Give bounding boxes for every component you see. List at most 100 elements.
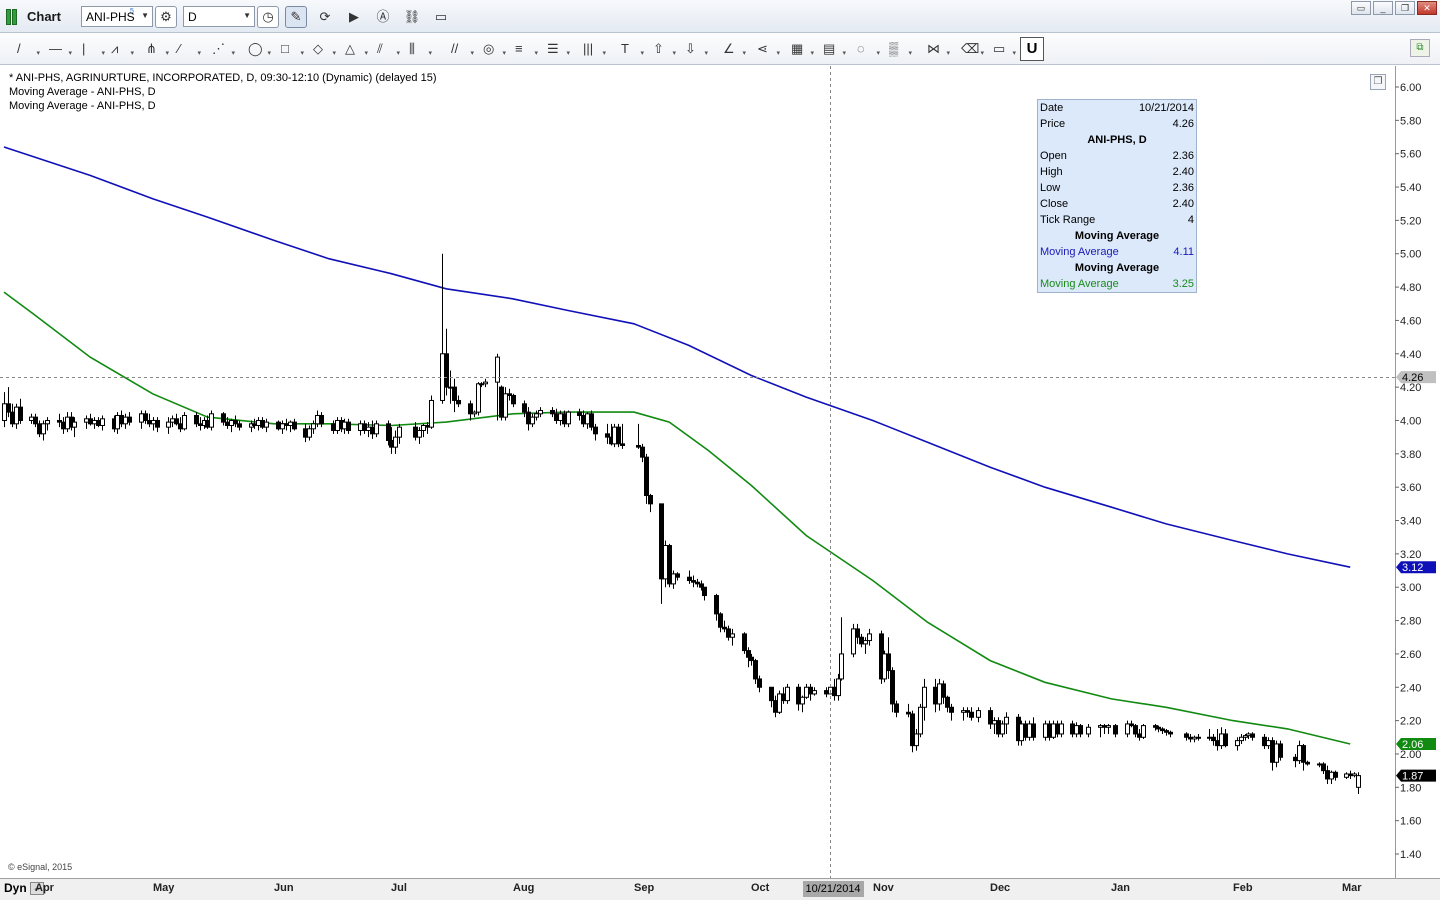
gann-tool-icon[interactable]: ⁄ ▾ <box>173 38 203 60</box>
interval-input[interactable]: D ▼ <box>183 6 255 27</box>
price-chart[interactable]: 6.005.805.605.405.205.004.804.604.404.20… <box>0 66 1440 878</box>
window-close-icon[interactable]: ✕ <box>1417 1 1437 15</box>
line-tool-icon[interactable]: / ▾ <box>12 38 42 60</box>
magnet-icon[interactable]: U <box>1020 37 1044 61</box>
link-icon[interactable]: ⛓ <box>401 6 423 28</box>
candle-body-up <box>558 413 563 421</box>
fib-extension-tool-icon[interactable]: ☰ ▾ <box>542 38 572 60</box>
tool-glyph: ⋰ <box>212 41 225 56</box>
symbol-settings-icon[interactable]: ⚙ <box>155 6 177 28</box>
pencil-icon[interactable]: ✎ <box>285 6 307 28</box>
eraser-tool-icon[interactable]: ⌫ ▾ <box>956 38 986 60</box>
multi-line-tool-icon[interactable]: ⩘ ▾ <box>106 38 136 60</box>
ellipse-tool-icon[interactable]: ◯ ▾ <box>243 38 273 60</box>
parallel-tool-icon[interactable]: ⫽ ▾ <box>372 38 402 60</box>
chevron-down-icon[interactable]: ▾ <box>130 50 134 58</box>
candle <box>914 728 919 751</box>
diamond-tool-icon[interactable]: ◇ ▾ <box>308 38 338 60</box>
chevron-down-icon[interactable]: ▾ <box>980 50 984 58</box>
chevron-down-icon[interactable]: ▾ <box>396 50 400 58</box>
candle <box>1352 772 1357 778</box>
fan-tool-icon[interactable]: ⋰ ▾ <box>207 38 237 60</box>
chevron-down-icon[interactable]: ▾ <box>908 50 912 58</box>
chevron-down-icon[interactable]: ▾ <box>704 50 708 58</box>
chevron-down-icon[interactable]: ▾ <box>197 50 201 58</box>
chevron-down-icon[interactable]: ▾ <box>876 50 880 58</box>
triangle-tool-icon[interactable]: △ ▾ <box>340 38 370 60</box>
pitchfork-tool-icon[interactable]: ⋔ ▾ <box>141 38 171 60</box>
chevron-down-icon[interactable]: ▼ <box>141 11 149 20</box>
x-axis-month-label: Feb <box>1233 882 1253 894</box>
horizontal-line-tool-icon[interactable]: — ▾ <box>44 38 74 60</box>
window-maximize-icon[interactable]: ❐ <box>1395 1 1415 15</box>
candle-body-up <box>1207 736 1212 739</box>
candle <box>37 420 42 438</box>
grid-tool-icon[interactable]: ▦ ▾ <box>786 38 816 60</box>
chevron-down-icon[interactable]: ▼ <box>243 11 251 20</box>
chart-style-icon[interactable]: ⟳ <box>314 6 336 28</box>
chevron-down-icon[interactable]: ▾ <box>566 50 570 58</box>
pattern-tool-icon[interactable]: ⋈ ▾ <box>922 38 952 60</box>
chevron-down-icon[interactable]: ▾ <box>267 50 271 58</box>
candle <box>1078 723 1083 738</box>
candle <box>812 687 817 696</box>
chevron-down-icon[interactable]: ▾ <box>165 50 169 58</box>
chevron-down-icon[interactable]: ▾ <box>946 50 950 58</box>
comment-icon[interactable]: ▭ <box>430 6 452 28</box>
circle-count-tool-icon[interactable]: ◌ ▾ <box>852 38 882 60</box>
rectangle-tool-icon[interactable]: □ ▾ <box>276 38 306 60</box>
candle <box>127 412 132 426</box>
fibonacci-tool-icon[interactable]: ≡ ▾ <box>510 38 540 60</box>
chevron-down-icon[interactable]: ▾ <box>742 50 746 58</box>
arrow-up-tool-icon[interactable]: ⇧ ▾ <box>648 38 678 60</box>
chevron-down-icon[interactable]: ▾ <box>68 50 72 58</box>
chevron-down-icon[interactable]: ▾ <box>1012 50 1016 58</box>
symbol-input[interactable]: ANI-PHS 5 ▼ <box>81 6 153 27</box>
chevron-down-icon[interactable]: ▾ <box>428 50 432 58</box>
chevron-down-icon[interactable]: ▾ <box>364 50 368 58</box>
chevron-down-icon[interactable]: ▾ <box>502 50 506 58</box>
candle <box>139 410 144 429</box>
chevron-down-icon[interactable]: ▾ <box>842 50 846 58</box>
comment-tool-icon[interactable]: ▭ ▾ <box>988 38 1018 60</box>
candle <box>194 412 199 428</box>
vertical-line-tool-icon[interactable]: | ▾ <box>77 38 107 60</box>
chevron-down-icon[interactable]: ▾ <box>602 50 606 58</box>
candle-body-up <box>1235 740 1240 747</box>
toolbar-menu-icon[interactable]: ⧉ <box>1410 39 1430 57</box>
candle-body-up <box>1086 726 1091 735</box>
chevron-down-icon[interactable]: ▾ <box>470 50 474 58</box>
channel-tool-icon[interactable]: // ▾ <box>446 38 476 60</box>
chevron-down-icon[interactable]: ▾ <box>101 50 105 58</box>
angle-tool-icon[interactable]: ∠ ▾ <box>718 38 748 60</box>
chevron-down-icon[interactable]: ▾ <box>300 50 304 58</box>
chevron-down-icon[interactable]: ▾ <box>672 50 676 58</box>
arrow-down-tool-icon[interactable]: ⇩ ▾ <box>680 38 710 60</box>
clock-icon[interactable]: ◷ <box>257 6 279 28</box>
chevron-down-icon[interactable]: ▾ <box>810 50 814 58</box>
pti-tool-icon[interactable]: ▒ ▾ <box>884 38 914 60</box>
cycle-tool-icon[interactable]: ⫼ ▾ <box>404 38 434 60</box>
candle <box>550 407 555 418</box>
mob-tool-icon[interactable]: ▤ ▾ <box>818 38 848 60</box>
candle-body-down <box>319 414 324 425</box>
chevron-down-icon[interactable]: ▾ <box>776 50 780 58</box>
panel-restore-icon[interactable]: ❐ <box>1370 74 1386 90</box>
chevron-down-icon[interactable]: ▾ <box>640 50 644 58</box>
window-minimize-icon[interactable]: _ <box>1373 1 1393 15</box>
chevron-down-icon[interactable]: ▾ <box>534 50 538 58</box>
alert-icon[interactable]: Ⓐ <box>372 6 394 28</box>
candle-body-down <box>413 426 418 438</box>
chevron-down-icon[interactable]: ▾ <box>36 50 40 58</box>
window-restore-icon[interactable]: ▭ <box>1351 1 1371 15</box>
text-tool-icon[interactable]: T ▾ <box>616 38 646 60</box>
play-icon[interactable]: ▶ <box>343 6 365 28</box>
candle-body-up <box>476 383 481 413</box>
chevron-down-icon[interactable]: ▾ <box>332 50 336 58</box>
chevron-down-icon[interactable]: ▾ <box>231 50 235 58</box>
chart-plot-area[interactable]: 6.00 5.80 5.60 5.40 5.20 5.00 4.80 4.60 4.40 4.20… <box>0 66 1440 878</box>
andrews-tool-icon[interactable]: ⋖ ▾ <box>752 38 782 60</box>
target-tool-icon[interactable]: ◎ ▾ <box>478 38 508 60</box>
time-zones-tool-icon[interactable]: ||| ▾ <box>578 38 608 60</box>
y-tick-label: 3.80 <box>1400 449 1421 461</box>
